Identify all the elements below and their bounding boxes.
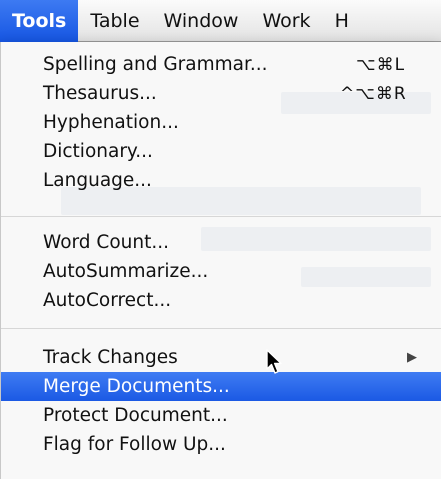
menu-item-label: Dictionary... (43, 141, 153, 162)
menubar-work[interactable]: Work (250, 0, 322, 42)
menu-item-label: AutoSummarize... (43, 261, 209, 282)
menu-item-label: Word Count... (43, 232, 170, 253)
menu-separator (1, 328, 441, 329)
menu-item-word-count[interactable]: Word Count... (1, 228, 441, 257)
menu-item-hyphenation[interactable]: Hyphenation... (1, 108, 441, 137)
menu-item-track-changes[interactable]: Track Changes ▶ (1, 343, 441, 372)
menu-item-label: Merge Documents... (43, 376, 230, 397)
menu-separator (1, 216, 441, 217)
menu-item-label: Track Changes (43, 347, 178, 368)
menu-item-spelling-grammar[interactable]: Spelling and Grammar... ⌥⌘L (1, 50, 441, 79)
menu-item-label: Protect Document... (43, 405, 228, 426)
menu-item-shortcut: ⌥⌘L (356, 54, 406, 75)
menu-item-dictionary[interactable]: Dictionary... (1, 137, 441, 166)
menubar-tools[interactable]: Tools (0, 0, 79, 42)
menu-item-autosummarize[interactable]: AutoSummarize... (1, 257, 441, 286)
tools-dropdown-menu: Spelling and Grammar... ⌥⌘L Thesaurus...… (0, 42, 441, 479)
submenu-arrow-icon: ▶ (407, 350, 417, 365)
menu-item-thesaurus[interactable]: Thesaurus... ^⌥⌘R (1, 79, 441, 108)
menu-item-autocorrect[interactable]: AutoCorrect... (1, 286, 441, 315)
menubar-table[interactable]: Table (78, 0, 151, 42)
menu-item-merge-documents[interactable]: Merge Documents... (1, 372, 441, 401)
menu-bar: Tools Table Window Work H (0, 0, 441, 42)
menubar-help[interactable]: H (323, 0, 361, 42)
menu-item-language[interactable]: Language... (1, 166, 441, 195)
menubar-window[interactable]: Window (152, 0, 251, 42)
menu-item-shortcut: ^⌥⌘R (340, 83, 407, 104)
menu-item-label: AutoCorrect... (43, 290, 172, 311)
menu-item-label: Language... (43, 170, 152, 191)
menu-item-label: Flag for Follow Up... (43, 434, 226, 455)
mouse-pointer-icon (266, 349, 282, 374)
menu-item-label: Hyphenation... (43, 112, 179, 133)
screen: Tools Table Window Work H Spelling and G… (0, 0, 441, 479)
menu-item-flag-follow-up[interactable]: Flag for Follow Up... (1, 430, 441, 459)
menu-item-protect-document[interactable]: Protect Document... (1, 401, 441, 430)
